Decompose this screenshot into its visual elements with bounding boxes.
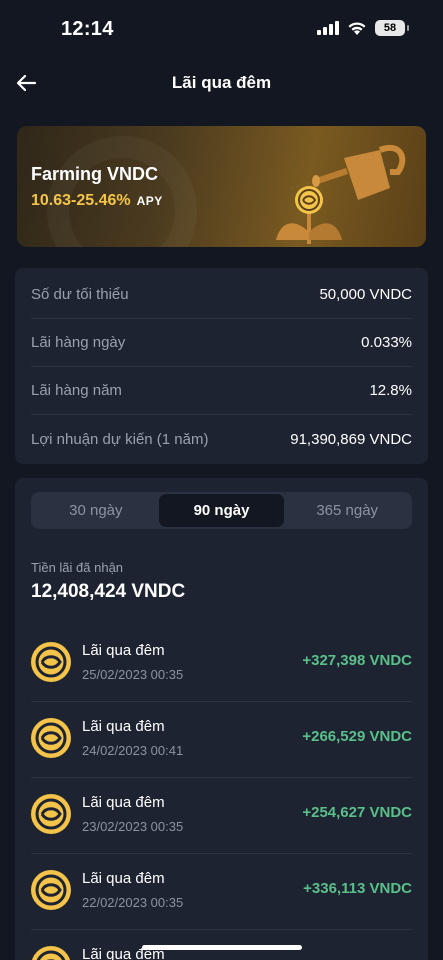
info-card: Số dư tối thiểu 50,000 VNDC Lãi hàng ngà… bbox=[15, 268, 428, 464]
apy-label: APY bbox=[136, 194, 163, 208]
history-card: 30 ngày 90 ngày 365 ngày Tiền lãi đã nhậ… bbox=[15, 478, 428, 960]
status-time: 12:14 bbox=[61, 18, 114, 40]
period-tabs: 30 ngày 90 ngày 365 ngày bbox=[31, 492, 412, 529]
banner-apy: 10.63-25.46% APY bbox=[31, 192, 163, 210]
info-value: 12.8% bbox=[369, 382, 412, 399]
nav-header: Lãi qua đêm bbox=[0, 62, 443, 106]
transaction-amount: +254,627 VNDC bbox=[302, 804, 412, 821]
transaction-amount: +336,113 VNDC bbox=[303, 880, 412, 897]
info-value: 0.033% bbox=[361, 334, 412, 351]
tab-30-days[interactable]: 30 ngày bbox=[33, 494, 159, 527]
page-title: Lãi qua đêm bbox=[171, 73, 272, 92]
watering-can-flower-icon bbox=[276, 145, 406, 244]
transaction-date: 22/02/2023 00:35 bbox=[82, 895, 184, 910]
info-row-min-balance: Số dư tối thiểu 50,000 VNDC bbox=[31, 271, 412, 319]
cellular-signal-icon bbox=[317, 21, 339, 35]
farming-banner[interactable]: Farming VNDC 10.63-25.46% APY bbox=[17, 126, 426, 247]
vndc-coin-icon bbox=[31, 642, 71, 682]
info-label: Số dư tối thiểu bbox=[31, 286, 129, 303]
transaction-item[interactable]: Lãi qua đêm 23/02/2023 00:35 +254,627 VN… bbox=[31, 778, 412, 854]
info-row-expected-profit: Lợi nhuận dự kiến (1 năm) 91,390,869 VND… bbox=[31, 415, 412, 463]
flower-coin-icon bbox=[276, 186, 342, 244]
transaction-item[interactable]: Lãi qua đêm 24/02/2023 00:41 +266,529 VN… bbox=[31, 702, 412, 778]
info-row-daily-interest: Lãi hàng ngày 0.033% bbox=[31, 319, 412, 367]
home-indicator bbox=[142, 945, 302, 950]
banner-title: Farming VNDC bbox=[31, 164, 159, 184]
battery-indicator: 58 bbox=[375, 20, 409, 36]
transaction-item[interactable]: Lãi qua đêm 22/02/2023 00:35 +336,113 VN… bbox=[31, 854, 412, 930]
info-label: Lãi hàng ngày bbox=[31, 334, 126, 351]
status-icons: 58 bbox=[317, 20, 409, 36]
vndc-coin-icon bbox=[31, 946, 71, 960]
transaction-title: Lãi qua đêm bbox=[82, 870, 165, 887]
wifi-icon bbox=[348, 21, 366, 35]
tab-90-days[interactable]: 90 ngày bbox=[158, 494, 285, 527]
info-row-annual-interest: Lãi hàng năm 12.8% bbox=[31, 367, 412, 415]
transaction-item[interactable]: Lãi qua đêm 25/02/2023 00:35 +327,398 VN… bbox=[31, 626, 412, 702]
vndc-coin-icon bbox=[31, 718, 71, 758]
info-value: 91,390,869 VNDC bbox=[290, 430, 412, 448]
info-label: Lãi hàng năm bbox=[31, 382, 122, 399]
apy-range: 10.63-25.46% bbox=[31, 192, 131, 209]
status-bar: 12:14 58 bbox=[0, 0, 443, 62]
info-label: Lợi nhuận dự kiến (1 năm) bbox=[31, 430, 209, 448]
transaction-title: Lãi qua đêm bbox=[82, 794, 165, 811]
tab-365-days[interactable]: 365 ngày bbox=[284, 494, 410, 527]
transaction-date: 23/02/2023 00:35 bbox=[82, 819, 184, 834]
transaction-amount: +327,398 VNDC bbox=[302, 652, 412, 669]
transaction-amount: +266,529 VNDC bbox=[302, 728, 412, 745]
transaction-title: Lãi qua đêm bbox=[82, 718, 165, 735]
vndc-coin-icon bbox=[31, 870, 71, 910]
info-value: 50,000 VNDC bbox=[319, 286, 412, 303]
earned-label: Tiền lãi đã nhận bbox=[31, 560, 124, 575]
earned-value: 12,408,424 VNDC bbox=[31, 581, 186, 602]
transaction-date: 25/02/2023 00:35 bbox=[82, 667, 184, 682]
vndc-coin-icon bbox=[31, 794, 71, 834]
transaction-title: Lãi qua đêm bbox=[82, 642, 165, 659]
transaction-date: 24/02/2023 00:41 bbox=[82, 743, 184, 758]
